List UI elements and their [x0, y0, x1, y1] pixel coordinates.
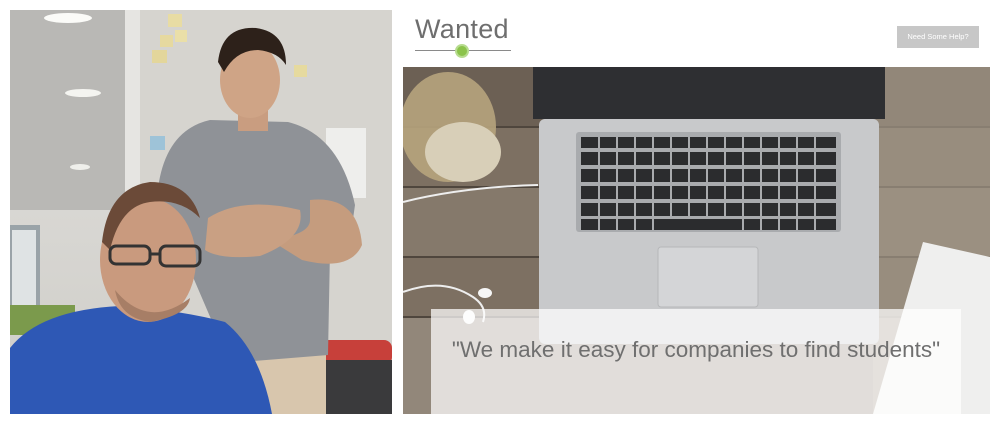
screen: Wanted Need Some Help? "We make it easy …: [0, 0, 1000, 424]
logo-underline-right: [469, 50, 511, 51]
need-help-button[interactable]: Need Some Help?: [897, 26, 979, 48]
logo-dot-icon: [455, 44, 469, 58]
hero-quote: "We make it easy for companies to find s…: [451, 337, 941, 362]
hero-image: "We make it easy for companies to find s…: [403, 67, 990, 414]
webcam-photo: [10, 10, 392, 414]
quote-overlay: "We make it easy for companies to find s…: [431, 309, 961, 414]
site-logo[interactable]: Wanted: [415, 14, 509, 45]
site-header: Wanted Need Some Help?: [403, 10, 990, 67]
website-screenshot: Wanted Need Some Help? "We make it easy …: [403, 10, 990, 414]
logo-underline-left: [415, 50, 460, 51]
